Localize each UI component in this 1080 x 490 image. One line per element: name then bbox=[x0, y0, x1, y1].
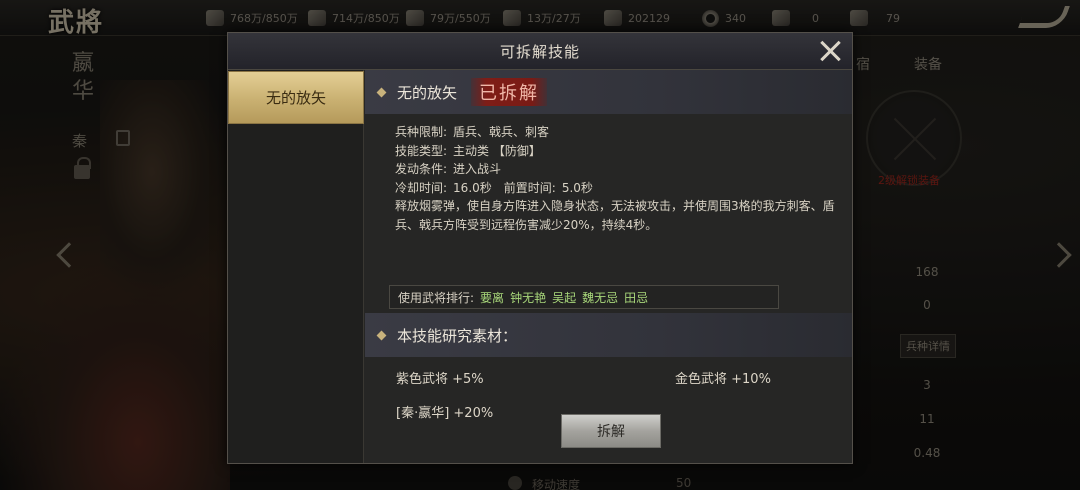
ranking-hero-link[interactable]: 田忌 bbox=[624, 289, 648, 306]
ranking-hero-link[interactable]: 魏无忌 bbox=[582, 289, 618, 306]
disassemble-skill-dialog: 可拆解技能 无的放矢 无的放矢 已拆解 兵种限制: 盾兵、戟兵、刺客 技能类型: 主… bbox=[227, 32, 853, 464]
skill-description: 释放烟雾弹，使自身方阵进入隐身状态，无法被攻击，并使周围3格的我方刺客、盾兵、戟… bbox=[395, 199, 835, 232]
material-specific-bonus: [秦·嬴华] +20% bbox=[396, 406, 494, 421]
skill-detail-panel: 无的放矢 已拆解 兵种限制: 盾兵、戟兵、刺客 技能类型: 主动类 【防御】 发动条… bbox=[365, 70, 852, 463]
skill-type-row: 技能类型: 主动类 【防御】 bbox=[395, 143, 541, 158]
timing-row: 冷却时间: 16.0秒 前置时间: 5.0秒 bbox=[395, 180, 593, 195]
materials-header-bar: 本技能研究素材： bbox=[365, 313, 852, 357]
skill-header-bar: 无的放矢 已拆解 bbox=[365, 70, 852, 114]
diamond-bullet-icon bbox=[376, 330, 387, 340]
ranking-hero-link[interactable]: 吴起 bbox=[552, 289, 576, 306]
material-purple-bonus: 紫色武将 +5% bbox=[396, 372, 484, 387]
skill-list-item[interactable]: 无的放矢 bbox=[228, 71, 364, 124]
skill-attributes: 兵种限制: 盾兵、戟兵、刺客 技能类型: 主动类 【防御】 发动条件: 进入战斗 冷却… bbox=[395, 123, 835, 234]
skill-name: 无的放矢 bbox=[397, 83, 458, 102]
dialog-title: 可拆解技能 bbox=[499, 42, 580, 61]
skill-list: 无的放矢 bbox=[228, 70, 364, 463]
diamond-bullet-icon bbox=[376, 87, 387, 97]
materials-title: 本技能研究素材： bbox=[397, 326, 518, 345]
ranking-hero-link[interactable]: 要离 bbox=[480, 289, 504, 306]
status-badge: 已拆解 bbox=[471, 78, 548, 106]
ranking-hero-link[interactable]: 钟无艳 bbox=[510, 289, 546, 306]
material-gold-bonus: 金色武将 +10% bbox=[675, 372, 771, 387]
hero-usage-ranking: 使用武将排行: 要离 钟无艳 吴起 魏无忌 田忌 bbox=[389, 285, 779, 309]
disassemble-button[interactable]: 拆解 bbox=[561, 414, 661, 448]
trigger-row: 发动条件: 进入战斗 bbox=[395, 162, 502, 176]
dialog-header: 可拆解技能 bbox=[228, 33, 852, 70]
troop-limit-row: 兵种限制: 盾兵、戟兵、刺客 bbox=[395, 125, 550, 139]
close-icon[interactable] bbox=[818, 39, 842, 63]
ranking-label: 使用武将排行: bbox=[398, 290, 475, 305]
